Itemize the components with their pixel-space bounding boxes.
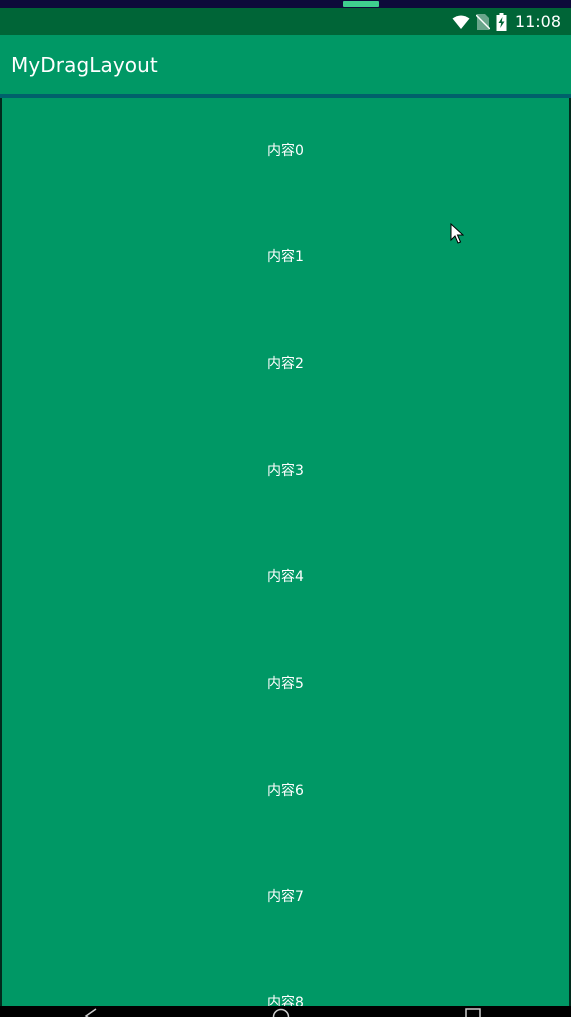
list-item[interactable]: 内容2 [0, 353, 571, 373]
list-item[interactable]: 内容8 [0, 992, 571, 1006]
app-title: MyDragLayout [11, 53, 158, 77]
status-time: 11:08 [514, 12, 561, 31]
app-bar: MyDragLayout [0, 35, 571, 94]
top-strip [0, 0, 571, 8]
no-sim-icon [475, 13, 490, 31]
app-screen: 11:08 MyDragLayout 内容0 内容1 内容2 内容3 内容4 内… [0, 0, 571, 1017]
recents-icon[interactable] [465, 1008, 481, 1017]
list-item[interactable]: 内容1 [0, 246, 571, 266]
list-item[interactable]: 内容6 [0, 780, 571, 800]
drag-list[interactable]: 内容0 内容1 内容2 内容3 内容4 内容5 内容6 内容7 内容8 [0, 98, 571, 1006]
status-icons: 11:08 [452, 8, 561, 35]
battery-charging-icon [496, 12, 507, 31]
wifi-icon [452, 14, 470, 30]
left-edge [0, 98, 2, 1017]
drag-handle[interactable] [343, 1, 379, 7]
status-bar: 11:08 [0, 8, 571, 35]
list-item[interactable]: 内容0 [0, 140, 571, 160]
list-item[interactable]: 内容7 [0, 886, 571, 906]
list-item[interactable]: 内容3 [0, 460, 571, 480]
home-icon[interactable] [272, 1008, 290, 1017]
list-item[interactable]: 内容5 [0, 673, 571, 693]
mouse-pointer-icon [450, 222, 465, 249]
list-item[interactable]: 内容4 [0, 566, 571, 586]
back-icon[interactable] [84, 1008, 98, 1017]
navigation-bar [0, 1006, 571, 1017]
